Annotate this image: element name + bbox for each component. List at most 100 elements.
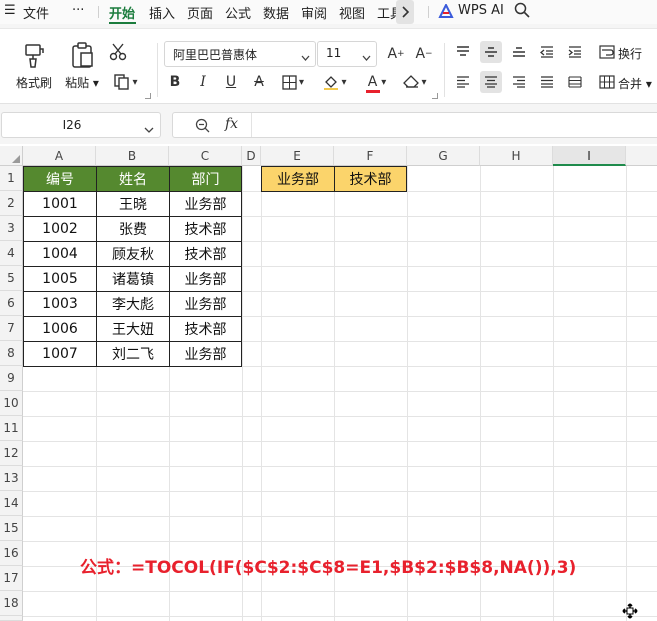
row-header[interactable]: 15: [0, 516, 23, 541]
criteria-cell-f1[interactable]: 技术部: [334, 166, 407, 192]
table-cell[interactable]: 刘二飞: [96, 341, 170, 367]
row-header[interactable]: 9: [0, 366, 23, 391]
merge-cells-label[interactable]: 合并 ▾: [618, 75, 652, 92]
strikethrough-icon[interactable]: A: [248, 71, 270, 93]
underline-icon[interactable]: U: [220, 71, 242, 93]
tab-formula[interactable]: 公式: [225, 3, 251, 22]
align-left-icon[interactable]: [452, 71, 474, 93]
row-header[interactable]: 8: [0, 341, 23, 366]
table-cell[interactable]: 1005: [23, 266, 97, 292]
row-header[interactable]: 1: [0, 166, 23, 191]
distribute-icon[interactable]: [564, 71, 586, 93]
bold-icon[interactable]: B: [164, 71, 186, 93]
tab-page[interactable]: 页面: [187, 3, 213, 22]
column-header-f[interactable]: F: [334, 146, 407, 166]
table-cell[interactable]: 技术部: [169, 216, 242, 242]
fx-icon[interactable]: fx: [225, 116, 238, 132]
row-header[interactable]: 4: [0, 241, 23, 266]
name-box[interactable]: I26: [1, 112, 161, 138]
fill-color-icon[interactable]: ▾: [320, 71, 350, 93]
table-cell[interactable]: 业务部: [169, 266, 242, 292]
column-header-h[interactable]: H: [480, 146, 553, 166]
column-header-d[interactable]: D: [242, 146, 261, 166]
indent-increase-icon[interactable]: [564, 41, 586, 63]
tab-insert[interactable]: 插入: [149, 3, 175, 22]
font-color-icon[interactable]: A ▾: [362, 71, 392, 93]
align-middle-icon[interactable]: [480, 41, 502, 63]
justify-icon[interactable]: [536, 71, 558, 93]
tab-data[interactable]: 数据: [263, 3, 289, 22]
table-cell[interactable]: 李大彪: [96, 291, 170, 317]
italic-icon[interactable]: I: [192, 71, 214, 93]
row-header[interactable]: 18: [0, 591, 23, 616]
wrap-text-icon[interactable]: [596, 41, 618, 63]
align-bottom-icon[interactable]: [508, 41, 530, 63]
font-group-launcher[interactable]: [432, 93, 438, 99]
formula-input[interactable]: fx: [172, 112, 657, 138]
table-cell[interactable]: 王晓: [96, 191, 170, 217]
column-header-g[interactable]: G: [407, 146, 480, 166]
spreadsheet-grid[interactable]: A B C D E F G H I 1 2 3 4 5 6 7 8 9 10 1…: [0, 146, 657, 621]
align-right-icon[interactable]: [508, 71, 530, 93]
table-cell[interactable]: 诸葛镇: [96, 266, 170, 292]
column-header-a[interactable]: A: [23, 146, 96, 166]
row-header[interactable]: 11: [0, 416, 23, 441]
font-size-select[interactable]: 11: [317, 41, 377, 67]
row-header[interactable]: 2: [0, 191, 23, 216]
row-header[interactable]: 10: [0, 391, 23, 416]
table-cell[interactable]: 张费: [96, 216, 170, 242]
column-header-e[interactable]: E: [261, 146, 334, 166]
row-header[interactable]: 7: [0, 316, 23, 341]
eraser-icon[interactable]: ▾: [400, 71, 430, 93]
column-header-i[interactable]: I: [553, 146, 626, 166]
column-header-next[interactable]: [626, 146, 657, 166]
border-icon[interactable]: ▾: [278, 71, 308, 93]
tab-view[interactable]: 视图: [339, 3, 365, 22]
wps-ai-icon[interactable]: [438, 2, 454, 22]
column-header-c[interactable]: C: [169, 146, 242, 166]
criteria-cell-e1[interactable]: 业务部: [261, 166, 335, 192]
table-cell[interactable]: 1007: [23, 341, 97, 367]
align-center-icon[interactable]: [480, 71, 502, 93]
indent-decrease-icon[interactable]: [536, 41, 558, 63]
search-icon[interactable]: [514, 2, 530, 22]
table-header-id[interactable]: 编号: [23, 166, 97, 192]
table-header-name[interactable]: 姓名: [96, 166, 170, 192]
copy-icon[interactable]: ▾: [109, 71, 143, 93]
table-cell[interactable]: 王大妞: [96, 316, 170, 342]
row-header[interactable]: 17: [0, 566, 23, 591]
menu-file[interactable]: 文件: [23, 3, 49, 22]
decrease-font-icon[interactable]: A −: [413, 43, 435, 65]
row-header[interactable]: 6: [0, 291, 23, 316]
clipboard-group-launcher[interactable]: [145, 93, 151, 99]
table-cell[interactable]: 技术部: [169, 241, 242, 267]
table-cell[interactable]: 1004: [23, 241, 97, 267]
select-all-corner[interactable]: [0, 146, 23, 166]
merge-cells-icon[interactable]: [596, 71, 618, 93]
row-header[interactable]: 13: [0, 466, 23, 491]
table-cell[interactable]: 1006: [23, 316, 97, 342]
cut-icon[interactable]: [107, 41, 129, 63]
paste-button[interactable]: 粘贴 ▾: [60, 41, 104, 91]
zoom-icon[interactable]: [195, 118, 210, 137]
tab-tools[interactable]: 工具: [377, 3, 397, 22]
wps-ai-label[interactable]: WPS AI: [458, 3, 504, 18]
table-cell[interactable]: 1001: [23, 191, 97, 217]
table-cell[interactable]: 业务部: [169, 191, 242, 217]
tab-review[interactable]: 审阅: [301, 3, 327, 22]
table-header-dept[interactable]: 部门: [169, 166, 242, 192]
table-cell[interactable]: 1003: [23, 291, 97, 317]
menu-icon[interactable]: ☰: [4, 3, 16, 18]
column-header-b[interactable]: B: [96, 146, 169, 166]
table-cell[interactable]: 顾友秋: [96, 241, 170, 267]
row-header[interactable]: 14: [0, 491, 23, 516]
format-painter-button[interactable]: 格式刷: [12, 41, 56, 91]
chevron-down-icon[interactable]: [144, 122, 154, 136]
row-header[interactable]: 16: [0, 541, 23, 566]
menu-more[interactable]: ···: [72, 3, 84, 18]
row-header[interactable]: 3: [0, 216, 23, 241]
increase-font-icon[interactable]: A +: [385, 43, 407, 65]
table-cell[interactable]: 1002: [23, 216, 97, 242]
tab-home[interactable]: 开始: [109, 3, 135, 22]
row-header[interactable]: 5: [0, 266, 23, 291]
